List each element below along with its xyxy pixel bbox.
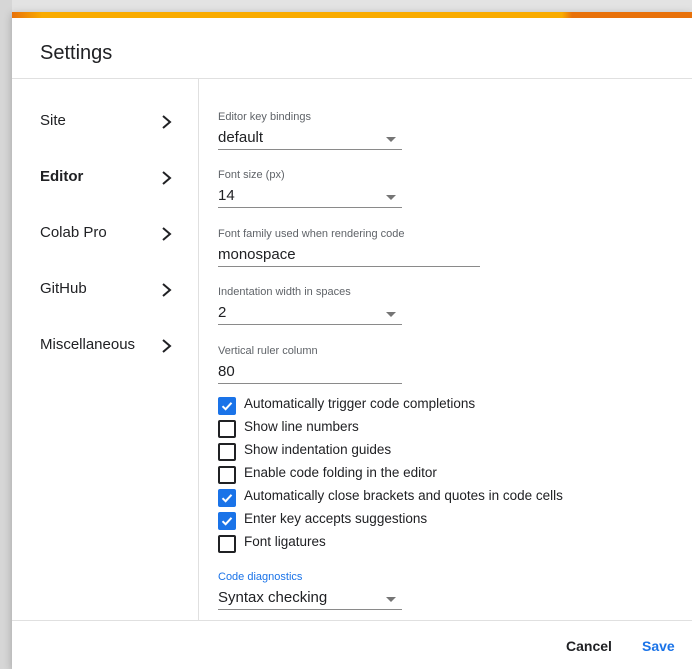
ruler-input[interactable]: 80 — [218, 361, 402, 384]
caret-down-icon — [386, 597, 396, 602]
font-size-value: 14 — [218, 187, 235, 204]
key-bindings-select[interactable]: default — [218, 127, 402, 150]
checkbox[interactable] — [218, 420, 236, 438]
nav-item-github[interactable]: GitHub — [12, 270, 198, 310]
chevron-right-icon — [162, 283, 172, 297]
key-bindings-field: Editor key bindings default — [218, 110, 402, 150]
nav-item-label: GitHub — [40, 280, 87, 297]
backdrop-strip — [0, 0, 12, 669]
checkbox[interactable] — [218, 489, 236, 507]
cancel-button[interactable]: Cancel — [566, 638, 612, 654]
indentation-field: Indentation width in spaces 2 — [218, 285, 402, 325]
footer-divider — [12, 620, 692, 621]
font-size-field: Font size (px) 14 — [218, 168, 402, 208]
checkbox[interactable] — [218, 512, 236, 530]
font-family-label: Font family used when rendering code — [218, 228, 405, 240]
check-icon — [221, 402, 233, 411]
top-accent-bar — [12, 12, 692, 18]
checkbox-label: Show line numbers — [244, 419, 359, 434]
diagnostics-select[interactable]: Syntax checking — [218, 587, 402, 610]
nav-item-colab-pro[interactable]: Colab Pro — [12, 214, 198, 254]
nav-item-site[interactable]: Site — [12, 102, 198, 142]
diagnostics-value: Syntax checking — [218, 589, 328, 606]
checkbox-label: Enable code folding in the editor — [244, 465, 437, 480]
diagnostics-label: Code diagnostics — [218, 571, 303, 583]
caret-down-icon — [386, 195, 396, 200]
chevron-right-icon — [162, 339, 172, 353]
checkbox-label: Automatically trigger code completions — [244, 396, 476, 411]
checkbox-label: Show indentation guides — [244, 442, 392, 457]
font-family-value: monospace — [218, 246, 296, 263]
caret-down-icon — [386, 137, 396, 142]
font-family-field: Font family used when rendering code mon… — [218, 227, 480, 267]
nav-item-editor[interactable]: Editor — [12, 158, 198, 198]
dialog-title: Settings — [40, 42, 113, 64]
check-icon — [221, 517, 233, 526]
checkbox[interactable] — [218, 466, 236, 484]
nav-item-miscellaneous[interactable]: Miscellaneous — [12, 326, 198, 366]
checkbox[interactable] — [218, 535, 236, 553]
header-divider — [12, 78, 692, 79]
nav-item-label: Colab Pro — [40, 224, 107, 241]
checkbox-label: Font ligatures — [244, 534, 326, 549]
check-icon — [221, 494, 233, 503]
ruler-field: Vertical ruler column 80 — [218, 344, 402, 384]
nav-item-label: Editor — [40, 168, 84, 185]
nav-item-label: Site — [40, 112, 66, 129]
checkbox-label: Enter key accepts suggestions — [244, 511, 428, 526]
nav-divider — [198, 79, 199, 620]
nav-item-label: Miscellaneous — [40, 336, 136, 353]
settings-dialog: Settings Site Editor Colab Pro GitHub Mi… — [12, 12, 692, 669]
font-size-label: Font size (px) — [218, 169, 285, 181]
key-bindings-value: default — [218, 129, 264, 146]
chevron-right-icon — [162, 171, 172, 185]
indentation-value: 2 — [218, 304, 227, 321]
checkbox-label: Automatically close brackets and quotes … — [244, 488, 563, 503]
diagnostics-field: Code diagnostics Syntax checking — [218, 570, 402, 610]
key-bindings-label: Editor key bindings — [218, 111, 311, 123]
ruler-label: Vertical ruler column — [218, 345, 318, 357]
ruler-value: 80 — [218, 363, 235, 380]
chevron-right-icon — [162, 115, 172, 129]
checkbox[interactable] — [218, 397, 236, 415]
font-size-select[interactable]: 14 — [218, 185, 402, 208]
indentation-label: Indentation width in spaces — [218, 286, 351, 298]
chevron-right-icon — [162, 227, 172, 241]
checkbox[interactable] — [218, 443, 236, 461]
font-family-input[interactable]: monospace — [218, 244, 480, 267]
caret-down-icon — [386, 312, 396, 317]
save-button[interactable]: Save — [642, 638, 675, 654]
indentation-select[interactable]: 2 — [218, 302, 402, 325]
